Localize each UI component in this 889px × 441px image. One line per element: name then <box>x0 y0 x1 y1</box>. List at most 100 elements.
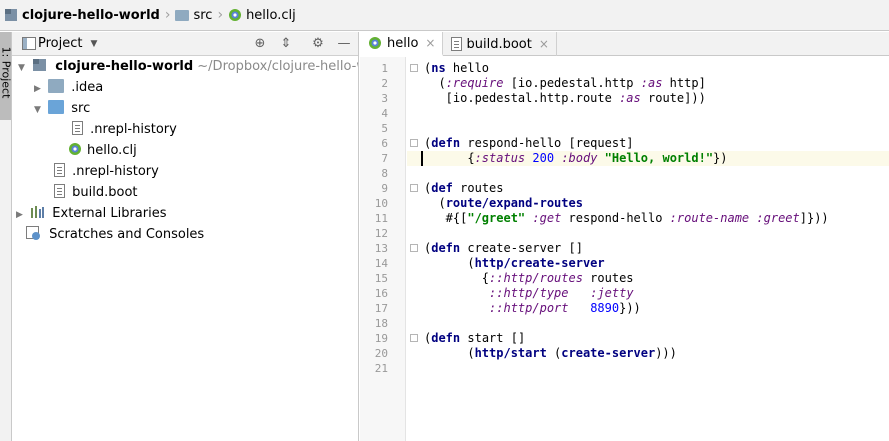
code-line[interactable]: (route/expand-routes <box>424 196 583 211</box>
line-number: 10 <box>374 197 388 210</box>
project-view-title[interactable]: Project <box>38 36 82 51</box>
text-file-icon <box>54 163 65 177</box>
tab-hello[interactable]: hello × <box>360 32 444 56</box>
tree-item-label: src <box>71 101 91 116</box>
scratches-icon <box>26 226 41 240</box>
code-line[interactable]: (:require [io.pedestal.http :as http] <box>424 76 705 91</box>
collapse-all-icon[interactable]: ⇕ <box>278 36 294 52</box>
tree-item-label: .nrepl-history <box>90 122 177 137</box>
module-icon <box>32 58 48 72</box>
tab-label: hello <box>387 35 419 51</box>
line-number: 16 <box>374 287 388 300</box>
project-module-icon <box>4 8 18 22</box>
line-number: 11 <box>374 212 388 225</box>
line-number: 20 <box>374 347 388 360</box>
tree-item-external-libraries[interactable]: ▶ External Libraries <box>16 203 167 224</box>
breadcrumb-folder-label: src <box>193 7 213 23</box>
code-line[interactable]: {::http/routes routes <box>424 271 634 286</box>
close-icon[interactable]: × <box>425 36 435 50</box>
tree-item-label: hello.clj <box>87 143 137 158</box>
tab-build-boot[interactable]: build.boot × <box>443 32 557 56</box>
text-file-icon <box>72 121 83 135</box>
collapsed-arrow-icon[interactable]: ▶ <box>34 79 44 100</box>
editor-tab-bar: hello × build.boot × <box>360 32 889 56</box>
tree-item-scratches[interactable]: Scratches and Consoles <box>26 224 204 245</box>
code-line[interactable]: #{["/greet" :get respond-hello :route-na… <box>424 211 829 226</box>
breadcrumb-file[interactable]: hello.clj <box>228 0 296 31</box>
tree-item-label: External Libraries <box>52 206 167 221</box>
code-line[interactable]: ::http/type :jetty <box>424 286 634 301</box>
project-panel: Project ▼ ⊕ ⇕ ⚙ — ▼ clojure-hello-world … <box>12 32 359 441</box>
code-line[interactable]: [io.pedestal.http.route :as route])) <box>424 91 706 106</box>
fold-marker-icon[interactable] <box>410 64 418 72</box>
breadcrumb-project-label: clojure-hello-world <box>22 7 160 23</box>
tree-item-label: .nrepl-history <box>72 164 159 179</box>
tab-label: build.boot <box>466 36 532 52</box>
line-number: 5 <box>381 122 388 135</box>
line-number: 9 <box>381 182 388 195</box>
line-number: 18 <box>374 317 388 330</box>
hide-panel-icon[interactable]: — <box>336 36 352 52</box>
project-panel-header: Project ▼ ⊕ ⇕ ⚙ — <box>12 32 358 56</box>
breadcrumb-project[interactable]: clojure-hello-world <box>4 0 160 31</box>
tree-item-nrepl-history-src[interactable]: .nrepl-history <box>72 119 177 140</box>
tree-item-path: ~/Dropbox/clojure-hello-wo <box>197 59 359 74</box>
code-editor: hello × build.boot × 1 2 3 4 5 6 7 8 9 10 11 12 13 14… <box>360 32 889 441</box>
folder-icon <box>48 79 65 93</box>
fold-marker-icon[interactable] <box>410 139 418 147</box>
expanded-arrow-icon[interactable]: ▼ <box>18 58 28 79</box>
tree-item-hello-clj[interactable]: hello.clj <box>68 140 137 161</box>
line-number: 15 <box>374 272 388 285</box>
project-view-icon <box>22 37 36 50</box>
breadcrumb-file-label: hello.clj <box>246 7 296 23</box>
breadcrumb-separator: › <box>217 7 224 23</box>
expanded-arrow-icon[interactable]: ▼ <box>34 100 44 121</box>
tree-item-idea[interactable]: ▶ .idea <box>34 77 103 98</box>
tree-item-nrepl-history[interactable]: .nrepl-history <box>54 161 159 182</box>
line-number: 17 <box>374 302 388 315</box>
line-number: 19 <box>374 332 388 345</box>
clojure-file-icon <box>69 143 81 155</box>
fold-marker-icon[interactable] <box>410 244 418 252</box>
code-line[interactable]: {:status 200 :body "Hello, world!"}) <box>424 151 727 166</box>
tree-item-src[interactable]: ▼ src <box>34 98 90 119</box>
tree-item-build-boot[interactable]: build.boot <box>54 182 138 203</box>
collapsed-arrow-icon[interactable]: ▶ <box>16 205 26 226</box>
breadcrumb-folder[interactable]: src <box>175 0 212 31</box>
text-file-icon <box>54 184 65 198</box>
code-line[interactable]: (defn start [] <box>424 331 525 346</box>
line-number-gutter: 1 2 3 4 5 6 7 8 9 10 11 12 13 14 15 16 17 18 19 20 21 <box>360 57 406 441</box>
line-number: 13 <box>374 242 388 255</box>
code-line[interactable]: (defn respond-hello [request] <box>424 136 634 151</box>
code-line[interactable]: (http/create-server <box>424 256 604 271</box>
project-tool-button[interactable]: 1: Project <box>0 32 13 120</box>
tree-item-label: Scratches and Consoles <box>49 227 205 242</box>
line-number: 4 <box>381 107 388 120</box>
folder-icon <box>175 9 190 21</box>
code-line[interactable]: (defn create-server [] <box>424 241 583 256</box>
tree-item-project-root[interactable]: ▼ clojure-hello-world ~/Dropbox/clojure-… <box>18 56 359 79</box>
line-number: 1 <box>381 62 388 75</box>
line-number: 14 <box>374 257 388 270</box>
tree-item-label: build.boot <box>72 185 138 200</box>
tree-item-label: .idea <box>71 80 104 95</box>
source-folder-icon <box>48 100 65 114</box>
chevron-down-icon[interactable]: ▼ <box>90 39 97 49</box>
clojure-file-icon <box>229 9 242 21</box>
gear-icon[interactable]: ⚙ <box>310 36 326 52</box>
code-line[interactable]: (http/start (create-server))) <box>424 346 677 361</box>
tool-window-stripe: 1: Project <box>0 32 13 441</box>
fold-marker-icon[interactable] <box>410 184 418 192</box>
code-line[interactable]: (ns hello <box>424 61 489 76</box>
line-number: 12 <box>374 227 388 240</box>
close-icon[interactable]: × <box>539 37 549 51</box>
line-number: 7 <box>381 152 388 165</box>
text-caret <box>421 151 423 166</box>
locate-icon[interactable]: ⊕ <box>252 36 268 52</box>
clojure-file-icon <box>369 37 381 49</box>
code-line[interactable]: (def routes <box>424 181 504 196</box>
line-number: 8 <box>381 167 388 180</box>
code-line[interactable]: ::http/port 8890})) <box>424 301 641 316</box>
fold-marker-icon[interactable] <box>410 334 418 342</box>
breadcrumb-separator: › <box>164 7 171 23</box>
